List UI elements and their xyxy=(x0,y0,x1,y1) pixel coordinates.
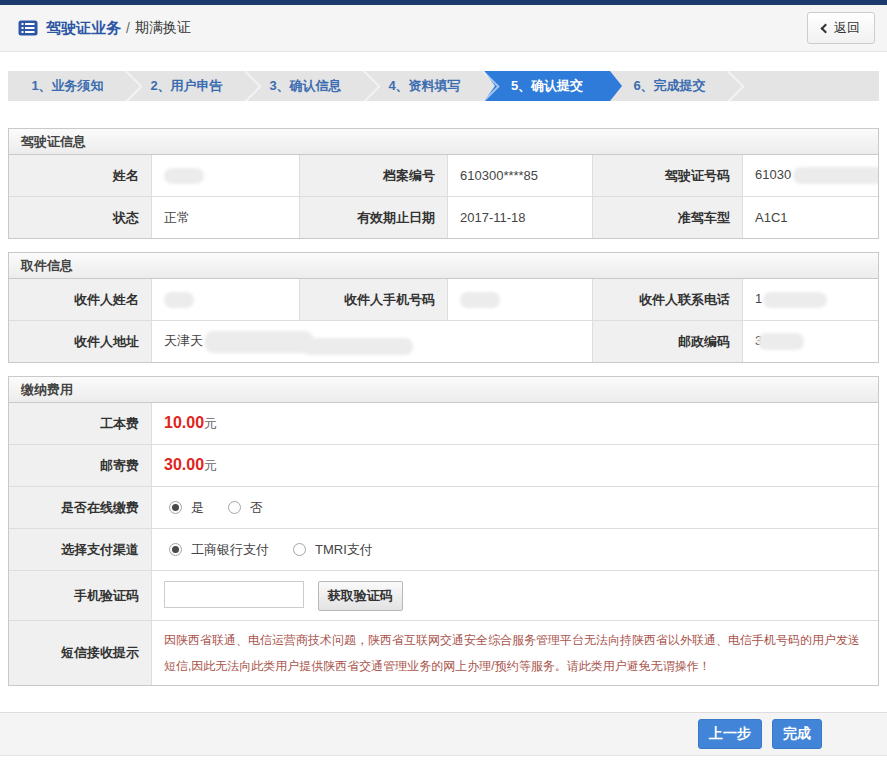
step-1: 1、业务须知 xyxy=(8,71,127,101)
form-list-icon xyxy=(18,20,38,36)
table-row: 收件人姓名 收件人手机号码 收件人联系电话 1 xyxy=(9,279,878,321)
table-row: 收件人地址 天津天 邮政编码 3 xyxy=(9,321,878,363)
chevron-left-icon xyxy=(821,23,831,33)
step-4: 4、资料填写 xyxy=(365,71,484,101)
online-payment-value: 是 否 xyxy=(152,487,879,529)
step-wizard: 1、业务须知 2、用户申告 3、确认信息 4、资料填写 5、确认提交 6、完成提… xyxy=(8,71,879,101)
vehicle-class-label: 准驾车型 xyxy=(593,197,743,239)
online-payment-label: 是否在线缴费 xyxy=(9,487,152,529)
section-license-info: 驾驶证信息 姓名 档案编号 610300****85 驾驶证号码 61030 状… xyxy=(8,128,879,239)
table-row: 是否在线缴费 是 否 xyxy=(9,487,878,529)
recipient-phone-label: 收件人联系电话 xyxy=(593,279,743,321)
channel-value: 工商银行支付 TMRI支付 xyxy=(152,529,879,571)
get-code-button[interactable]: 获取验证码 xyxy=(318,581,403,611)
redacted-recipient-address xyxy=(205,331,313,353)
recipient-address-label: 收件人地址 xyxy=(9,321,152,363)
step-5-active: 5、确认提交 xyxy=(484,71,610,101)
vehicle-class-value: A1C1 xyxy=(743,197,879,239)
status-value: 正常 xyxy=(152,197,300,239)
redacted-name xyxy=(164,168,204,184)
section-payment: 缴纳费用 工本费 10.00元 邮寄费 30.00元 是否在线缴费 是 否 选择… xyxy=(8,376,879,686)
section-title-pickup: 取件信息 xyxy=(9,253,878,279)
page-title: 驾驶证业务 xyxy=(46,19,121,38)
pickup-info-table: 收件人姓名 收件人手机号码 收件人联系电话 1 收件人地址 天津天 邮政编码 3 xyxy=(9,279,878,362)
radio-option-no[interactable]: 否 xyxy=(228,499,263,517)
finish-button[interactable]: 完成 xyxy=(772,719,822,749)
file-no-label: 档案编号 xyxy=(300,155,448,197)
radio-checked-icon[interactable] xyxy=(169,543,182,556)
step-bar-filler xyxy=(729,71,879,101)
table-row: 工本费 10.00元 xyxy=(9,403,878,445)
radio-option-tmri[interactable]: TMRI支付 xyxy=(293,541,373,559)
recipient-mobile-value xyxy=(448,279,593,321)
section-title-payment: 缴纳费用 xyxy=(9,377,878,403)
valid-until-value: 2017-11-18 xyxy=(448,197,593,239)
table-row: 短信接收提示 因陕西省联通、电信运营商技术问题，陕西省互联网交通安全综合服务管理… xyxy=(9,621,878,686)
redacted-license-no xyxy=(793,167,878,184)
redacted-recipient-name xyxy=(164,292,194,308)
redacted-postal-code xyxy=(758,333,804,350)
name-label: 姓名 xyxy=(9,155,152,197)
redacted-recipient-phone xyxy=(763,292,827,308)
back-button[interactable]: 返回 xyxy=(807,12,875,44)
license-no-label: 驾驶证号码 xyxy=(593,155,743,197)
mailing-fee-amount: 30.00 xyxy=(164,456,204,473)
sms-notice-value: 因陕西省联通、电信运营商技术问题，陕西省互联网交通安全综合服务管理平台无法向持陕… xyxy=(152,621,879,686)
license-info-table: 姓名 档案编号 610300****85 驾驶证号码 61030 状态 正常 有… xyxy=(9,155,878,238)
status-label: 状态 xyxy=(9,197,152,239)
table-row: 选择支付渠道 工商银行支付 TMRI支付 xyxy=(9,529,878,571)
breadcrumb-divider: / xyxy=(126,20,130,36)
production-fee-amount: 10.00 xyxy=(164,414,204,431)
postal-code-label: 邮政编码 xyxy=(593,321,743,363)
production-fee-value: 10.00元 xyxy=(152,403,879,445)
mailing-fee-label: 邮寄费 xyxy=(9,445,152,487)
step-3: 3、确认信息 xyxy=(246,71,365,101)
postal-code-value: 3 xyxy=(743,321,879,363)
production-fee-label: 工本费 xyxy=(9,403,152,445)
file-no-value: 610300****85 xyxy=(448,155,593,197)
redacted-recipient-mobile xyxy=(460,292,500,308)
production-fee-unit: 元 xyxy=(204,416,217,431)
sms-code-input[interactable] xyxy=(164,581,304,608)
radio-checked-icon[interactable] xyxy=(169,501,182,514)
footer-actions: 上一步 完成 xyxy=(0,712,887,756)
titlebar: 驾驶证业务 / 期满换证 返回 xyxy=(0,5,887,52)
step-6: 6、完成提交 xyxy=(610,71,729,101)
breadcrumb-current: 期满换证 xyxy=(135,19,191,37)
recipient-address-value: 天津天 xyxy=(152,321,593,363)
table-row: 邮寄费 30.00元 xyxy=(9,445,878,487)
name-value xyxy=(152,155,300,197)
recipient-mobile-label: 收件人手机号码 xyxy=(300,279,448,321)
mailing-fee-value: 30.00元 xyxy=(152,445,879,487)
previous-step-button[interactable]: 上一步 xyxy=(698,719,762,749)
recipient-name-value xyxy=(152,279,300,321)
valid-until-label: 有效期止日期 xyxy=(300,197,448,239)
radio-option-icbc[interactable]: 工商银行支付 xyxy=(169,541,269,559)
recipient-name-label: 收件人姓名 xyxy=(9,279,152,321)
sms-notice-text: 因陕西省联通、电信运营商技术问题，陕西省互联网交通安全综合服务管理平台无法向持陕… xyxy=(164,627,870,679)
table-row: 手机验证码 获取验证码 xyxy=(9,571,878,621)
redacted-recipient-address xyxy=(303,338,413,355)
sms-code-value: 获取验证码 xyxy=(152,571,879,621)
sms-notice-label: 短信接收提示 xyxy=(9,621,152,686)
table-row: 姓名 档案编号 610300****85 驾驶证号码 61030 xyxy=(9,155,878,197)
radio-unchecked-icon[interactable] xyxy=(228,501,241,514)
sms-code-label: 手机验证码 xyxy=(9,571,152,621)
recipient-phone-value: 1 xyxy=(743,279,879,321)
payment-table: 工本费 10.00元 邮寄费 30.00元 是否在线缴费 是 否 选择支付渠道 … xyxy=(9,403,878,685)
section-title-license: 驾驶证信息 xyxy=(9,129,878,155)
radio-unchecked-icon[interactable] xyxy=(293,543,306,556)
step-2: 2、用户申告 xyxy=(127,71,246,101)
mailing-fee-unit: 元 xyxy=(204,458,217,473)
channel-label: 选择支付渠道 xyxy=(9,529,152,571)
table-row: 状态 正常 有效期止日期 2017-11-18 准驾车型 A1C1 xyxy=(9,197,878,239)
license-no-value: 61030 xyxy=(743,155,879,197)
section-pickup-info: 取件信息 收件人姓名 收件人手机号码 收件人联系电话 1 收件人地址 天津天 邮… xyxy=(8,252,879,363)
radio-option-yes[interactable]: 是 xyxy=(169,499,204,517)
